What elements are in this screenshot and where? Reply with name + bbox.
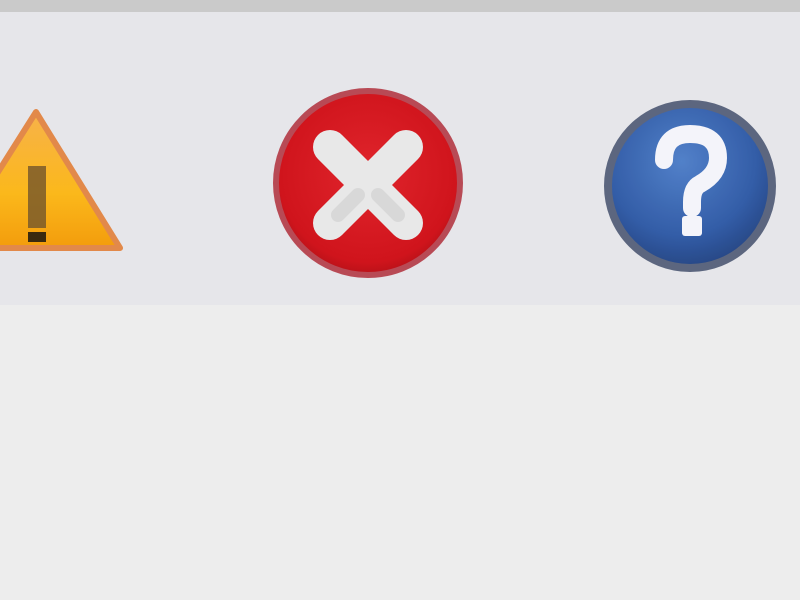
help-icon-graphic bbox=[604, 100, 776, 272]
warning-icon[interactable] bbox=[0, 108, 124, 260]
warning-icon-graphic bbox=[0, 109, 123, 251]
content-area bbox=[0, 305, 800, 600]
error-icon-graphic bbox=[273, 88, 463, 278]
top-border bbox=[0, 0, 800, 12]
error-icon[interactable] bbox=[268, 85, 468, 281]
help-icon[interactable] bbox=[602, 98, 778, 274]
